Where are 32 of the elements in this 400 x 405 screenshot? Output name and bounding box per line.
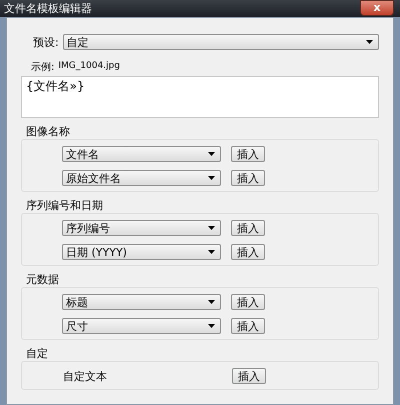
example-filename: IMG_1004.jpg (58, 60, 120, 73)
token-dropdown[interactable]: 序列编号 (62, 220, 221, 236)
caret-icon (208, 152, 215, 156)
token-dropdown[interactable]: 日期 (YYYY) (62, 244, 221, 260)
caret-icon (366, 40, 373, 44)
insert-button[interactable]: 插入 (231, 146, 265, 162)
group-title: 图像名称 (25, 125, 71, 138)
preset-dropdown[interactable]: 自定 (62, 34, 379, 50)
insert-button[interactable]: 插入 (231, 318, 265, 334)
caret-icon (208, 250, 215, 254)
caret-icon (208, 324, 215, 328)
token-dropdown[interactable]: 尺寸 (62, 318, 221, 334)
group-title: 元数据 (25, 273, 60, 286)
caret-icon (208, 176, 215, 180)
close-button[interactable]: x (360, 0, 394, 16)
example-label: 示例: (31, 61, 54, 74)
insert-button[interactable]: 插入 (231, 294, 265, 310)
custom-text-label: 自定文本 (62, 368, 108, 384)
insert-button[interactable]: 插入 (232, 368, 266, 384)
caret-icon (208, 300, 215, 304)
insert-button[interactable]: 插入 (231, 220, 265, 236)
group-title: 序列编号和日期 (25, 199, 104, 212)
token-dropdown[interactable]: 文件名 (62, 146, 221, 162)
token-dropdown[interactable]: 标题 (62, 294, 221, 310)
template-field[interactable]: {文件名»} (21, 76, 379, 118)
insert-button[interactable]: 插入 (231, 170, 265, 186)
group-title: 自定 (25, 347, 49, 360)
caret-icon (208, 226, 215, 230)
token-dropdown[interactable]: 原始文件名 (62, 170, 221, 186)
insert-button[interactable]: 插入 (231, 244, 265, 260)
preset-label: 预设: (33, 34, 59, 50)
window-title: 文件名模板编辑器 (4, 1, 92, 16)
